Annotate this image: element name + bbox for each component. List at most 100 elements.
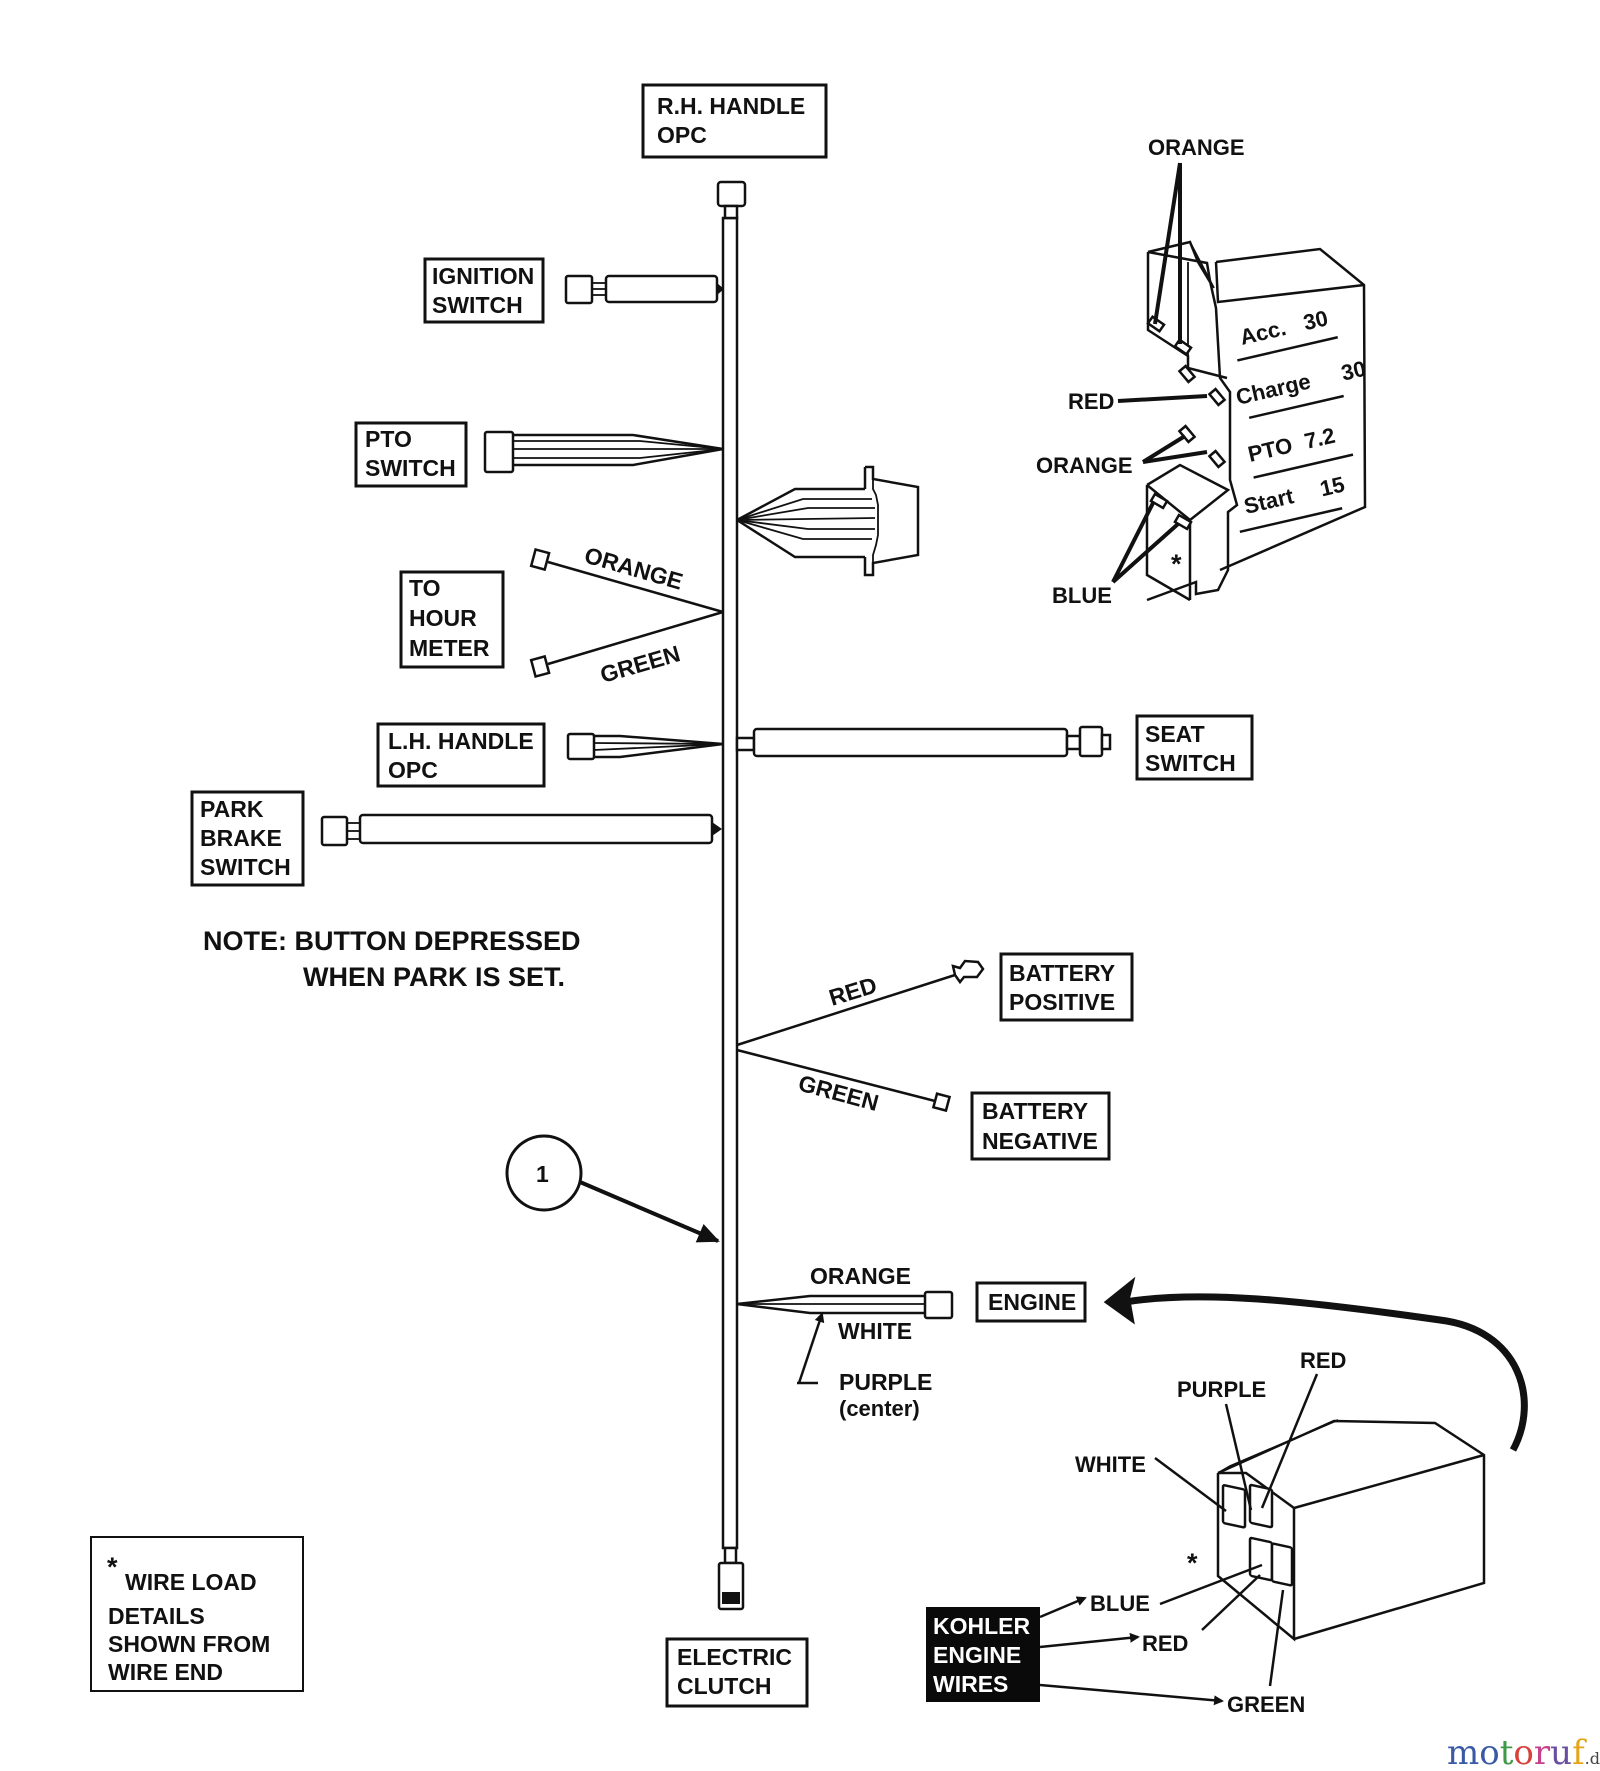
engine-curved-arrow: [1124, 1293, 1528, 1452]
terminal-start-name: Start: [1242, 483, 1297, 519]
ignition-terminal-slot: [1207, 449, 1227, 469]
park-brake-switch-connector: [320, 815, 349, 847]
ignition-detail-asterisk: *: [1171, 549, 1182, 579]
watermark-letter: o: [1513, 1733, 1533, 1771]
ignition-switch-line1: IGNITION: [432, 263, 534, 289]
engine-orange-label: ORANGE: [810, 1263, 911, 1289]
hour-meter-line1: TO: [409, 575, 441, 601]
ignition-detail-orange-top: ORANGE: [1148, 135, 1245, 160]
engine-connector-detail: * WHITE PURPLE RED BLUE RED GREEN KOHLER…: [926, 1276, 1528, 1717]
ignition-switch-group: IGNITION SWITCH: [423, 257, 724, 324]
watermark-letter: o: [1479, 1733, 1499, 1771]
engine-purple-note: (center): [839, 1396, 920, 1421]
ignition-detail-blue: BLUE: [1052, 583, 1112, 608]
park-note-line2: WHEN PARK IS SET.: [303, 962, 565, 992]
ignition-terminal-slot: [1207, 387, 1227, 407]
callout-arrow: [579, 1180, 720, 1243]
battery-negative-line2: NEGATIVE: [982, 1128, 1098, 1154]
wiring-diagram: R.H. HANDLE OPC IGNITION SWITCH PTO SWIT…: [90, 83, 1600, 1771]
engine-pin-cavity: [1248, 1536, 1274, 1582]
park-brake-switch-group: PARK BRAKE SWITCH: [190, 790, 722, 887]
callout-1[interactable]: 1: [505, 1134, 720, 1243]
park-brake-switch-line3: SWITCH: [200, 854, 291, 880]
park-brake-switch-line2: BRAKE: [200, 825, 282, 851]
battery-group: RED BATTERY POSITIVE GREEN BATTERY NEGAT…: [736, 952, 1134, 1161]
engine-purple-label: PURPLE: [839, 1369, 932, 1395]
rh-handle-opc-group: R.H. HANDLE OPC: [641, 83, 828, 220]
hour-meter-group: TO HOUR METER ORANGE GREEN: [399, 542, 724, 688]
electric-clutch-line2: CLUTCH: [677, 1673, 772, 1699]
terminal-charge-name: Charge: [1234, 368, 1313, 409]
kohler-line1: KOHLER: [933, 1613, 1031, 1639]
legend-line1: WIRE LOAD: [125, 1569, 257, 1595]
engine-pin-purple: PURPLE: [1177, 1377, 1266, 1402]
engine-pin-cavity: [1221, 1484, 1247, 1529]
seat-switch-line1: SEAT: [1145, 721, 1205, 747]
watermark-letter: r: [1534, 1733, 1551, 1771]
park-note: NOTE: BUTTON DEPRESSED WHEN PARK IS SET.: [203, 926, 581, 992]
lh-handle-opc-group: L.H. HANDLE OPC: [376, 722, 724, 788]
main-harness-trunk: [721, 216, 739, 1550]
engine-white-label: WHITE: [838, 1318, 912, 1344]
electric-clutch-group: ELECTRIC CLUTCH: [665, 1546, 809, 1708]
ignition-switch-cable: [604, 274, 719, 304]
terminal-start-value: 15: [1318, 471, 1347, 501]
battery-positive-line1: BATTERY: [1009, 960, 1115, 986]
terminal-acc-value: 30: [1301, 305, 1330, 335]
hour-meter-green-terminal: [529, 654, 551, 679]
battery-negative-line1: BATTERY: [982, 1098, 1088, 1124]
engine-detail-asterisk: *: [1187, 1548, 1198, 1578]
motoruf-watermark: motoruf.de: [1447, 1733, 1600, 1771]
park-note-line1: NOTE: BUTTON DEPRESSED: [203, 926, 581, 956]
seat-switch-group: SEAT SWITCH: [735, 714, 1254, 781]
terminal-acc-name: Acc.: [1238, 315, 1289, 350]
rh-handle-opc-line2: OPC: [657, 122, 707, 148]
park-brake-switch-cable: [358, 813, 714, 845]
battery-red-label: RED: [826, 972, 880, 1011]
asterisk-legend: * WIRE LOAD DETAILS SHOWN FROM WIRE END: [90, 1536, 304, 1692]
lh-handle-opc-line1: L.H. HANDLE: [388, 728, 534, 754]
battery-negative-terminal: [931, 1092, 952, 1113]
battery-positive-line2: POSITIVE: [1009, 989, 1115, 1015]
hour-meter-green-label: GREEN: [597, 640, 683, 688]
kohler-line2: ENGINE: [933, 1642, 1021, 1668]
pto-switch-line2: SWITCH: [365, 455, 456, 481]
terminal-pto-name: PTO: [1246, 432, 1295, 466]
rh-handle-opc-line1: R.H. HANDLE: [657, 93, 805, 119]
hour-meter-line3: METER: [409, 635, 490, 661]
engine-pin-red-top: RED: [1300, 1348, 1346, 1373]
pto-switch-line1: PTO: [365, 426, 412, 452]
seat-switch-connector: [1078, 725, 1104, 758]
legend-line2: DETAILS: [108, 1603, 205, 1629]
engine-connector: [923, 1290, 954, 1320]
engine-purple-pointer: [797, 1314, 822, 1385]
ignition-switch-detail: * Acc. 30 Charge 30 PTO 7.2 Start 15 ORA…: [1036, 135, 1368, 608]
ignition-switch-connector: [564, 274, 594, 305]
hour-meter-orange-terminal: [529, 547, 551, 572]
watermark-text: motoruf.de: [1447, 1733, 1600, 1771]
callout-number: 1: [536, 1161, 549, 1187]
electric-clutch-line1: ELECTRIC: [677, 1644, 792, 1670]
terminal-pto-value: 7.2: [1302, 423, 1337, 454]
lh-handle-opc-line2: OPC: [388, 757, 438, 783]
rh-handle-opc-connector: [716, 180, 747, 208]
engine-wires-group: ORANGE WHITE PURPLE (center) ENGINE: [736, 1263, 1087, 1421]
watermark-letter: u: [1550, 1733, 1572, 1771]
pto-switch-group: PTO SWITCH: [354, 421, 724, 488]
ignition-detail-red: RED: [1068, 389, 1114, 414]
engine-label: ENGINE: [988, 1289, 1076, 1315]
legend-asterisk: *: [107, 1552, 118, 1582]
engine-pin-red-bottom: RED: [1142, 1631, 1188, 1656]
lh-handle-opc-connector: [566, 732, 596, 761]
engine-pin-cavity: [1270, 1542, 1294, 1587]
seat-switch-cable: [752, 727, 1069, 758]
engine-pin-blue: BLUE: [1090, 1591, 1150, 1616]
multi-pin-connector: [736, 465, 920, 577]
ignition-switch-line2: SWITCH: [432, 292, 523, 318]
battery-positive-terminal: [951, 959, 985, 985]
hour-meter-line2: HOUR: [409, 605, 477, 631]
seat-switch-line2: SWITCH: [1145, 750, 1236, 776]
legend-line3: SHOWN FROM: [108, 1631, 270, 1657]
ignition-detail-orange-mid: ORANGE: [1036, 453, 1133, 478]
engine-pin-green: GREEN: [1227, 1692, 1305, 1717]
